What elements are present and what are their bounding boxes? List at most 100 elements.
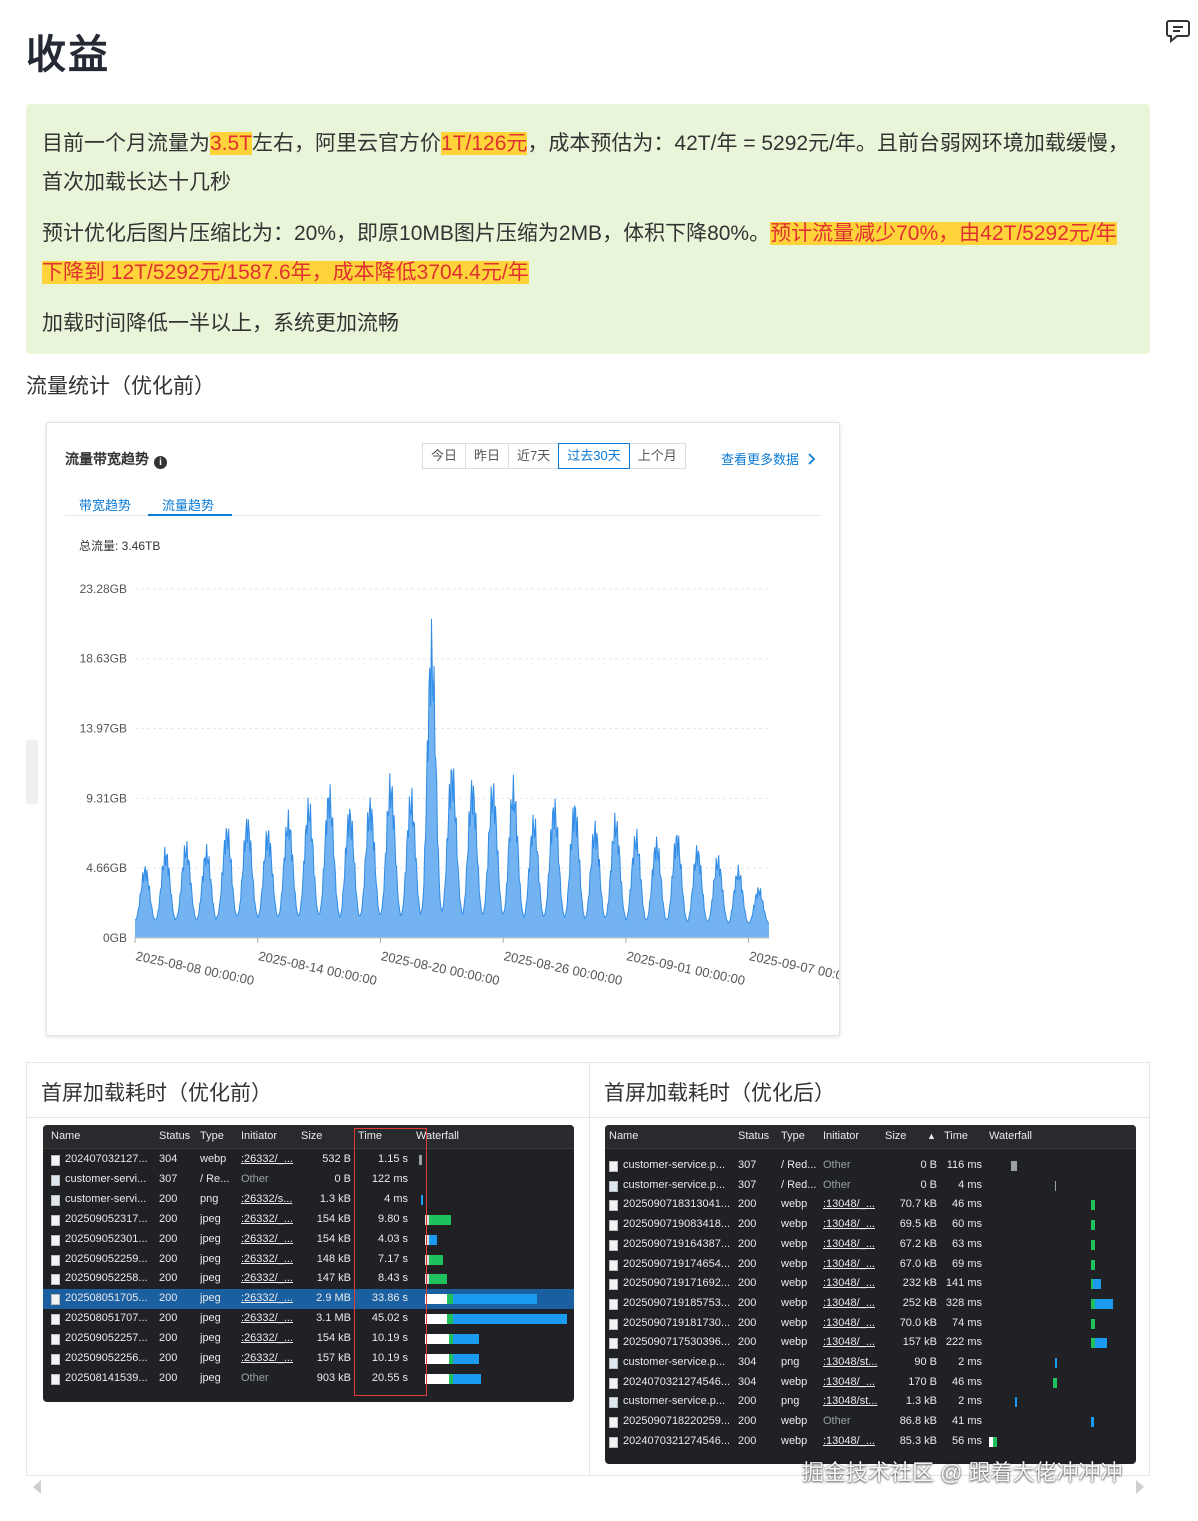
network-request-row[interactable]: 202407032127... 304 webp:26332/_... 532 B 1.… [43, 1150, 574, 1170]
network-request-row[interactable]: 202508051707... 200 jpeg:26332/_... 3.1 MB 4… [43, 1309, 574, 1329]
cell-name: 202509052301... [65, 1232, 148, 1245]
cell-status: 200 [738, 1237, 757, 1250]
cell-size: 147 kB [316, 1272, 351, 1285]
cell-initiator[interactable]: :26332/_... [241, 1233, 297, 1245]
cell-initiator[interactable]: :13048/_... [823, 1435, 879, 1447]
network-request-row[interactable]: 20240703212745​46... 200 webp:13048/_... 85… [605, 1432, 1136, 1452]
cell-initiator[interactable]: :13048/_... [823, 1218, 879, 1230]
range-button-2[interactable]: 近7天 [508, 443, 560, 469]
network-request-row[interactable]: 202509052317... 200 jpeg:26332/_... 154 kB 9… [43, 1210, 574, 1230]
cell-initiator[interactable]: :26332/s... [241, 1193, 297, 1205]
comment-icon[interactable] [1164, 16, 1192, 44]
network-request-row[interactable]: 20250907191857​53... 200 webp:13048/_... 25… [605, 1294, 1136, 1314]
column-header-type[interactable]: Type [200, 1130, 224, 1142]
waterfall-bar [453, 1334, 479, 1345]
callout-text: 预计优化后图片压缩比为：20%，即原10MB图片压缩为2MB，体积下降80%。 [42, 222, 771, 245]
y-tick-label: 18.63GB [80, 652, 127, 666]
network-request-row[interactable]: 202509052257... 200 jpeg:26332/_... 154 kB 1… [43, 1329, 574, 1349]
more-data-link[interactable]: 查看更多数据 [721, 449, 817, 468]
network-request-row[interactable]: 202509052256... 200 jpeg:26332/_... 157 kB 1… [43, 1349, 574, 1369]
network-request-row[interactable]: 202509052259... 200 jpeg:26332/_... 148 kB 7… [43, 1250, 574, 1270]
range-button-3[interactable]: 过去30天 [558, 443, 630, 469]
column-header-size[interactable]: Size [301, 1130, 322, 1142]
cell-initiator[interactable]: Other [241, 1173, 297, 1185]
cell-initiator[interactable]: :26332/_... [241, 1272, 297, 1284]
column-header-type[interactable]: Type [781, 1130, 805, 1142]
network-request-row[interactable]: customer-service.p... 307 / Red... Other 0 B… [605, 1176, 1136, 1196]
column-header-name[interactable]: Name [51, 1130, 80, 1142]
x-tick-label: 2025-09-07 00:00:00 [748, 948, 839, 988]
cell-initiator[interactable]: :26332/_... [241, 1213, 297, 1225]
x-tick-label: 2025-08-26 00:00:00 [503, 948, 624, 988]
network-request-row[interactable]: customer-servi... 307/ Re... Other 0 B 122 m… [43, 1170, 574, 1190]
cell-initiator[interactable]: :13048/_... [823, 1376, 879, 1388]
cell-status: 200 [738, 1198, 757, 1211]
cell-size: 154 kB [316, 1212, 351, 1225]
column-header-status[interactable]: Status [159, 1130, 190, 1142]
network-request-row[interactable]: 20250907182202​59... 200 webp Other 86.8 kB 4… [605, 1412, 1136, 1432]
cell-initiator[interactable]: Other [823, 1415, 879, 1427]
sort-ascending-icon[interactable]: ▲ [927, 1131, 936, 1141]
cell-initiator[interactable]: :13048/_... [823, 1277, 879, 1289]
column-header-name[interactable]: Name [609, 1130, 638, 1142]
document-file-icon [609, 1259, 618, 1271]
cell-initiator[interactable]: :26332/_... [241, 1153, 297, 1165]
network-request-row[interactable]: 20250907191643​87... 200 webp:13048/_... 67… [605, 1235, 1136, 1255]
waterfall-bar [1091, 1220, 1095, 1231]
cell-initiator[interactable]: :26332/_... [241, 1253, 297, 1265]
column-header-time[interactable]: Time [944, 1130, 968, 1142]
cell-initiator[interactable]: :26332/_... [241, 1332, 297, 1344]
column-header-initiator[interactable]: Initiator [823, 1130, 859, 1142]
cell-initiator[interactable]: :13048/_... [823, 1238, 879, 1250]
cell-initiator[interactable]: Other [823, 1179, 879, 1191]
cell-initiator[interactable]: :13048/st... [823, 1356, 879, 1368]
cell-initiator[interactable]: Other [823, 1159, 879, 1171]
column-header-initiator[interactable]: Initiator [241, 1130, 277, 1142]
cell-status: 200 [159, 1332, 178, 1345]
cell-initiator[interactable]: :13048/_... [823, 1317, 879, 1329]
cell-initiator[interactable]: :26332/_... [241, 1352, 297, 1364]
network-request-row[interactable]: 20250907191716​92... 200 webp:13048/_... 23… [605, 1274, 1136, 1294]
cell-initiator[interactable]: :13048/_... [823, 1336, 879, 1348]
column-header-size[interactable]: Size [885, 1130, 906, 1142]
network-request-row[interactable]: 202509052301... 200 jpeg:26332/_... 154 kB 4… [43, 1230, 574, 1250]
cell-initiator[interactable]: :13048/_... [823, 1258, 879, 1270]
document-file-icon [609, 1239, 618, 1251]
cell-status: 307 [159, 1172, 178, 1185]
scroll-left-arrow[interactable] [33, 1480, 41, 1494]
network-request-row[interactable]: 20250907175303​96... 200 webp:13048/_... 15… [605, 1333, 1136, 1353]
range-button-0[interactable]: 今日 [422, 443, 467, 469]
range-button-1[interactable]: 昨日 [465, 443, 510, 469]
network-request-row[interactable]: 202508141539... 200 jpeg Other 903 kB 20.55 s [43, 1369, 574, 1389]
cell-status: 200 [159, 1272, 178, 1285]
network-request-row[interactable]: customer-service.p... 307 / Red... Other 0 B… [605, 1156, 1136, 1176]
traffic-panel-title-text: 流量带宽趋势 [65, 451, 149, 467]
network-request-row[interactable]: 202509052258... 200 jpeg:26332/_... 147 kB 8… [43, 1269, 574, 1289]
network-request-row[interactable]: 20250907190834​18... 200 webp:13048/_... 69… [605, 1215, 1136, 1235]
cell-initiator[interactable]: :13048/_... [823, 1198, 879, 1210]
network-request-row[interactable]: 202508051705... 200 jpeg:26332/_... 2.9 MB 3… [43, 1289, 574, 1310]
scroll-right-arrow[interactable] [1136, 1480, 1144, 1494]
network-request-row[interactable]: customer-service.p... 200 png:13048/st... 1… [605, 1392, 1136, 1412]
network-request-row[interactable]: 20250907191817​30... 200 webp:13048/_... 70… [605, 1314, 1136, 1334]
cell-initiator[interactable]: :26332/_... [241, 1312, 297, 1324]
cell-initiator[interactable]: :26332/_... [241, 1292, 297, 1304]
tab-traffic-trend[interactable]: 流量趋势 [162, 495, 214, 514]
network-request-row[interactable]: 20250907183130​41... 200 webp:13048/_... 70… [605, 1195, 1136, 1215]
cell-initiator[interactable]: Other [241, 1372, 297, 1384]
network-request-row[interactable]: customer-servi... 200 png:26332/s... 1.3 kB… [43, 1190, 574, 1210]
tab-bandwidth-trend[interactable]: 带宽趋势 [79, 495, 131, 514]
document-file-icon [51, 1354, 60, 1365]
range-button-4[interactable]: 上个月 [628, 443, 686, 469]
cell-initiator[interactable]: :13048/st... [823, 1395, 879, 1407]
cell-initiator[interactable]: :13048/_... [823, 1297, 879, 1309]
column-header-status[interactable]: Status [738, 1130, 769, 1142]
sidebar-collapse-handle[interactable] [26, 740, 38, 804]
document-file-icon [51, 1254, 60, 1266]
network-request-row[interactable]: customer-service.p... 304 png:13048/st... 9… [605, 1353, 1136, 1373]
info-icon[interactable]: i [154, 456, 167, 469]
x-tick-label: 2025-08-20 00:00:00 [380, 948, 501, 988]
network-request-row[interactable]: 20240703212745​46... 304 webp:13048/_... 17… [605, 1373, 1136, 1393]
network-request-row[interactable]: 20250907191746​54... 200 webp:13048/_... 67… [605, 1255, 1136, 1275]
column-header-waterfall[interactable]: Waterfall [989, 1130, 1032, 1142]
